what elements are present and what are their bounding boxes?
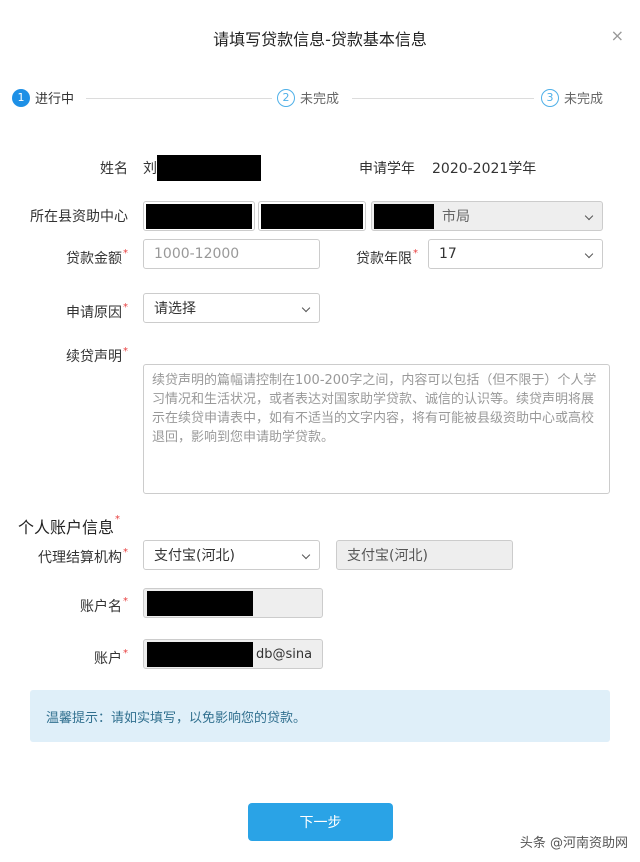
agency-value: 支付宝(河北) bbox=[154, 548, 235, 564]
close-icon[interactable]: × bbox=[611, 26, 624, 45]
account-section-title: 个人账户信息* bbox=[18, 514, 121, 537]
account-name-label: 账户名* bbox=[80, 596, 128, 615]
notice-text: 温馨提示：请如实填写，以免影响您的贷款。 bbox=[46, 710, 307, 726]
next-button[interactable]: 下一步 bbox=[248, 803, 393, 841]
reason-label: 申请原因* bbox=[66, 302, 128, 321]
watermark: 头条 @河南资助网 bbox=[519, 836, 628, 851]
term-value: 17 bbox=[439, 246, 457, 262]
step-label: 进行中 bbox=[35, 92, 75, 107]
step-3: 3 未完成 bbox=[541, 88, 603, 107]
redaction-bar bbox=[146, 204, 252, 229]
redaction-bar bbox=[261, 204, 363, 229]
step-1: 1 进行中 bbox=[12, 88, 74, 107]
redaction-bar bbox=[374, 204, 434, 229]
term-select[interactable]: 17 bbox=[428, 239, 603, 269]
account-value: db@sina bbox=[256, 646, 312, 662]
reason-value: 请选择 bbox=[154, 301, 196, 317]
statement-label: 续贷声明* bbox=[66, 346, 128, 365]
step-2: 2 未完成 bbox=[277, 88, 339, 107]
statement-textarea[interactable]: 续贷声明的篇幅请控制在100-200字之间，内容可以包括（但不限于）个人学习情况… bbox=[143, 364, 610, 494]
step-connector bbox=[86, 98, 272, 99]
amount-input[interactable]: 1000-12000 bbox=[143, 239, 320, 269]
name-label: 姓名 bbox=[100, 161, 128, 177]
agency-select[interactable]: 支付宝(河北) bbox=[143, 540, 320, 570]
center-county-value: 市局 bbox=[442, 209, 470, 225]
year-label: 申请学年 bbox=[359, 161, 415, 177]
step-number-badge: 2 bbox=[277, 88, 295, 107]
account-label: 账户* bbox=[94, 648, 128, 667]
step-number-badge: 3 bbox=[541, 88, 559, 107]
term-label: 贷款年限* bbox=[356, 248, 418, 267]
dialog-title: 请填写贷款信息-贷款基本信息 bbox=[213, 30, 427, 49]
agency-display: 支付宝(河北) bbox=[336, 540, 513, 570]
step-connector bbox=[352, 98, 534, 99]
step-number-badge: 1 bbox=[12, 88, 30, 107]
agency-label: 代理结算机构* bbox=[38, 547, 128, 566]
reason-select[interactable]: 请选择 bbox=[143, 293, 320, 323]
name-value: 刘 bbox=[143, 161, 157, 177]
amount-label: 贷款金额* bbox=[66, 248, 128, 267]
notice-banner: 温馨提示：请如实填写，以免影响您的贷款。 bbox=[30, 690, 610, 742]
redaction-bar bbox=[147, 642, 253, 667]
center-label: 所在县资助中心 bbox=[30, 209, 128, 225]
step-label: 未完成 bbox=[300, 92, 340, 107]
year-value: 2020-2021学年 bbox=[432, 161, 537, 177]
redaction-bar bbox=[147, 591, 253, 616]
step-label: 未完成 bbox=[564, 92, 604, 107]
redaction-bar bbox=[157, 155, 261, 181]
